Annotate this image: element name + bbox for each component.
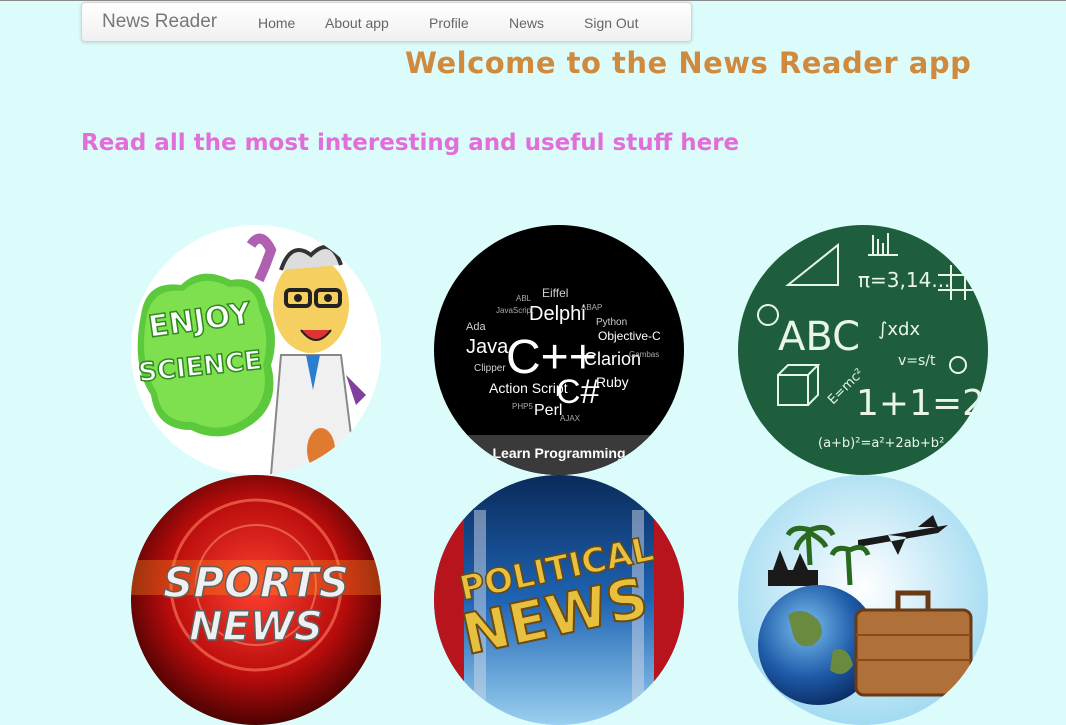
- programming-banner: Learn Programming: [492, 445, 625, 461]
- svg-text:v=s/t: v=s/t: [898, 353, 936, 369]
- svg-text:Clipper: Clipper: [474, 363, 506, 374]
- science-news-tile[interactable]: ENJOY SCIENCE: [131, 225, 381, 475]
- political-image: POLITICAL NEWS: [434, 475, 684, 725]
- travel-news-tile[interactable]: [738, 475, 988, 725]
- nav-profile[interactable]: Profile: [429, 15, 469, 31]
- programming-image: Eiffel Delphi Java C++ Clarion Python Ob…: [434, 225, 684, 475]
- programming-news-tile[interactable]: Eiffel Delphi Java C++ Clarion Python Ob…: [434, 225, 684, 475]
- sports-news-tile[interactable]: SPORTS NEWS: [131, 475, 381, 725]
- math-news-tile[interactable]: π=3,14... ABC ∫xdx v=s/t E=mc² 1+1=2 (a+…: [738, 225, 988, 475]
- svg-text:PHP5: PHP5: [512, 402, 533, 411]
- travel-image: [738, 475, 988, 725]
- nav-sign-out[interactable]: Sign Out: [584, 15, 638, 31]
- science-image: ENJOY SCIENCE: [131, 225, 381, 475]
- page-subtitle: Read all the most interesting and useful…: [81, 130, 740, 156]
- sports-line2: NEWS: [189, 604, 323, 650]
- page-title: Welcome to the News Reader app: [405, 46, 972, 80]
- svg-text:1+1=2: 1+1=2: [856, 383, 985, 424]
- svg-text:JavaScript: JavaScript: [496, 306, 534, 315]
- svg-text:∫xdx: ∫xdx: [878, 319, 920, 340]
- suitcase-icon: [854, 608, 973, 697]
- svg-text:Ruby: Ruby: [596, 374, 629, 390]
- sports-line1: SPORTS: [163, 558, 349, 607]
- svg-text:Python: Python: [596, 317, 627, 328]
- svg-text:Delphi: Delphi: [529, 303, 586, 325]
- svg-text:Eiffel: Eiffel: [542, 286, 568, 300]
- nav-news[interactable]: News: [509, 15, 544, 31]
- svg-text:π=3,14...: π=3,14...: [858, 268, 950, 292]
- math-image: π=3,14... ABC ∫xdx v=s/t E=mc² 1+1=2 (a+…: [738, 225, 988, 475]
- svg-text:(a+b)²=a²+2ab+b²: (a+b)²=a²+2ab+b²: [818, 436, 944, 451]
- svg-text:ABC: ABC: [778, 314, 860, 360]
- svg-text:Gambas: Gambas: [629, 350, 659, 359]
- nav-about-app[interactable]: About app: [325, 15, 389, 31]
- svg-text:ABAP: ABAP: [581, 303, 602, 312]
- political-news-tile[interactable]: POLITICAL NEWS: [434, 475, 684, 725]
- brand-link[interactable]: News Reader: [102, 11, 217, 33]
- navbar: News Reader Home About app Profile News …: [81, 2, 692, 42]
- window-top-border: [0, 0, 1066, 1]
- svg-text:AJAX: AJAX: [560, 414, 581, 423]
- svg-text:Ada: Ada: [466, 321, 486, 333]
- svg-text:Java: Java: [466, 336, 509, 358]
- programming-secondary-label: C#: [556, 373, 600, 411]
- nav-home[interactable]: Home: [258, 15, 295, 31]
- svg-text:Objective-C: Objective-C: [598, 329, 661, 343]
- svg-text:ABL: ABL: [516, 294, 532, 303]
- sports-image: SPORTS NEWS: [131, 475, 381, 725]
